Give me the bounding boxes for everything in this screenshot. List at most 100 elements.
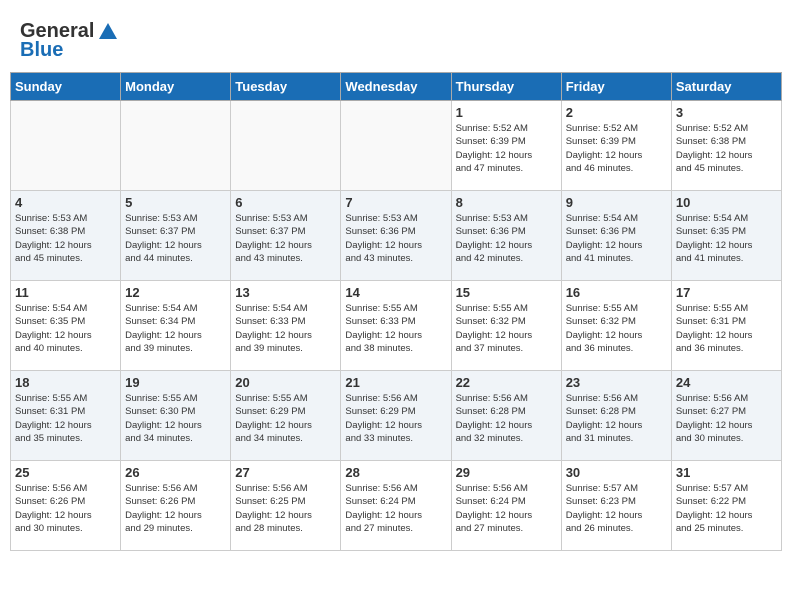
weekday-header: Tuesday bbox=[231, 73, 341, 101]
day-info: Sunrise: 5:55 AM Sunset: 6:29 PM Dayligh… bbox=[235, 392, 336, 445]
day-info: Sunrise: 5:55 AM Sunset: 6:31 PM Dayligh… bbox=[15, 392, 116, 445]
day-number: 3 bbox=[676, 105, 777, 120]
calendar-table: SundayMondayTuesdayWednesdayThursdayFrid… bbox=[10, 72, 782, 551]
calendar-day-cell: 19Sunrise: 5:55 AM Sunset: 6:30 PM Dayli… bbox=[121, 371, 231, 461]
calendar-day-cell: 23 Sunrise: 5:56 AM Sunset: 6:28 PM Dayli… bbox=[561, 371, 671, 461]
day-info: Sunrise: 5:53 AM Sunset: 6:37 PM Dayligh… bbox=[235, 212, 336, 265]
day-info: Sunrise: 5:54 AM Sunset: 6:36 PM Dayligh… bbox=[566, 212, 667, 265]
day-number: 17 bbox=[676, 285, 777, 300]
weekday-header: Saturday bbox=[671, 73, 781, 101]
calendar-day-cell bbox=[341, 101, 451, 191]
logo-icon bbox=[97, 21, 119, 43]
day-info: Sunrise: 5:54 AM Sunset: 6:33 PM Dayligh… bbox=[235, 302, 336, 355]
calendar-day-cell: 20Sunrise: 5:55 AM Sunset: 6:29 PM Dayli… bbox=[231, 371, 341, 461]
calendar-day-cell: 8Sunrise: 5:53 AM Sunset: 6:36 PM Daylig… bbox=[451, 191, 561, 281]
day-info: Sunrise: 5:55 AM Sunset: 6:33 PM Dayligh… bbox=[345, 302, 446, 355]
calendar-week-row: 1 Sunrise: 5:52 AM Sunset: 6:39 PM Daylig… bbox=[11, 101, 782, 191]
day-info: Sunrise: 5:55 AM Sunset: 6:32 PM Dayligh… bbox=[456, 302, 557, 355]
day-number: 26 bbox=[125, 465, 226, 480]
calendar-day-cell: 17Sunrise: 5:55 AM Sunset: 6:31 PM Dayli… bbox=[671, 281, 781, 371]
calendar-day-cell: 2 Sunrise: 5:52 AM Sunset: 6:39 PM Daylig… bbox=[561, 101, 671, 191]
calendar-day-cell: 11Sunrise: 5:54 AM Sunset: 6:35 PM Dayli… bbox=[11, 281, 121, 371]
day-info: Sunrise: 5:57 AM Sunset: 6:23 PM Dayligh… bbox=[566, 482, 667, 535]
calendar-day-cell: 21 Sunrise: 5:56 AM Sunset: 6:29 PM Dayli… bbox=[341, 371, 451, 461]
logo: General Blue bbox=[20, 20, 119, 62]
calendar-week-row: 18 Sunrise: 5:55 AM Sunset: 6:31 PM Dayli… bbox=[11, 371, 782, 461]
day-number: 6 bbox=[235, 195, 336, 210]
calendar-week-row: 25 Sunrise: 5:56 AM Sunset: 6:26 PM Dayli… bbox=[11, 461, 782, 551]
calendar-day-cell: 6 Sunrise: 5:53 AM Sunset: 6:37 PM Daylig… bbox=[231, 191, 341, 281]
day-number: 15 bbox=[456, 285, 557, 300]
day-info: Sunrise: 5:54 AM Sunset: 6:35 PM Dayligh… bbox=[676, 212, 777, 265]
day-info: Sunrise: 5:56 AM Sunset: 6:26 PM Dayligh… bbox=[125, 482, 226, 535]
day-number: 9 bbox=[566, 195, 667, 210]
calendar-day-cell: 9 Sunrise: 5:54 AM Sunset: 6:36 PM Daylig… bbox=[561, 191, 671, 281]
calendar-day-cell bbox=[11, 101, 121, 191]
calendar-day-cell: 28 Sunrise: 5:56 AM Sunset: 6:24 PM Dayli… bbox=[341, 461, 451, 551]
calendar-day-cell: 14Sunrise: 5:55 AM Sunset: 6:33 PM Dayli… bbox=[341, 281, 451, 371]
weekday-header: Wednesday bbox=[341, 73, 451, 101]
calendar-day-cell: 4 Sunrise: 5:53 AM Sunset: 6:38 PM Daylig… bbox=[11, 191, 121, 281]
weekday-header: Sunday bbox=[11, 73, 121, 101]
calendar-day-cell: 29 Sunrise: 5:56 AM Sunset: 6:24 PM Dayli… bbox=[451, 461, 561, 551]
calendar-day-cell: 15 Sunrise: 5:55 AM Sunset: 6:32 PM Dayli… bbox=[451, 281, 561, 371]
day-number: 30 bbox=[566, 465, 667, 480]
day-number: 8 bbox=[456, 195, 557, 210]
calendar-day-cell: 7 Sunrise: 5:53 AM Sunset: 6:36 PM Daylig… bbox=[341, 191, 451, 281]
day-info: Sunrise: 5:54 AM Sunset: 6:34 PM Dayligh… bbox=[125, 302, 226, 355]
day-info: Sunrise: 5:52 AM Sunset: 6:39 PM Dayligh… bbox=[566, 122, 667, 175]
day-info: Sunrise: 5:52 AM Sunset: 6:38 PM Dayligh… bbox=[676, 122, 777, 175]
calendar-day-cell: 16Sunrise: 5:55 AM Sunset: 6:32 PM Dayli… bbox=[561, 281, 671, 371]
day-number: 2 bbox=[566, 105, 667, 120]
calendar-day-cell: 1 Sunrise: 5:52 AM Sunset: 6:39 PM Daylig… bbox=[451, 101, 561, 191]
calendar-day-cell: 24 Sunrise: 5:56 AM Sunset: 6:27 PM Dayli… bbox=[671, 371, 781, 461]
calendar-day-cell: 31 Sunrise: 5:57 AM Sunset: 6:22 PM Dayli… bbox=[671, 461, 781, 551]
weekday-header: Monday bbox=[121, 73, 231, 101]
day-info: Sunrise: 5:56 AM Sunset: 6:24 PM Dayligh… bbox=[456, 482, 557, 535]
calendar-day-cell: 12 Sunrise: 5:54 AM Sunset: 6:34 PM Dayli… bbox=[121, 281, 231, 371]
day-number: 18 bbox=[15, 375, 116, 390]
day-info: Sunrise: 5:56 AM Sunset: 6:26 PM Dayligh… bbox=[15, 482, 116, 535]
calendar-day-cell: 3 Sunrise: 5:52 AM Sunset: 6:38 PM Daylig… bbox=[671, 101, 781, 191]
weekday-header: Thursday bbox=[451, 73, 561, 101]
day-number: 5 bbox=[125, 195, 226, 210]
calendar-week-row: 11Sunrise: 5:54 AM Sunset: 6:35 PM Dayli… bbox=[11, 281, 782, 371]
day-info: Sunrise: 5:56 AM Sunset: 6:24 PM Dayligh… bbox=[345, 482, 446, 535]
weekday-header: Friday bbox=[561, 73, 671, 101]
day-info: Sunrise: 5:57 AM Sunset: 6:22 PM Dayligh… bbox=[676, 482, 777, 535]
page-header: General Blue bbox=[10, 10, 782, 67]
day-number: 19 bbox=[125, 375, 226, 390]
calendar-day-cell bbox=[231, 101, 341, 191]
calendar-day-cell: 26 Sunrise: 5:56 AM Sunset: 6:26 PM Dayli… bbox=[121, 461, 231, 551]
day-number: 31 bbox=[676, 465, 777, 480]
day-info: Sunrise: 5:56 AM Sunset: 6:25 PM Dayligh… bbox=[235, 482, 336, 535]
day-info: Sunrise: 5:54 AM Sunset: 6:35 PM Dayligh… bbox=[15, 302, 116, 355]
day-number: 23 bbox=[566, 375, 667, 390]
calendar-day-cell: 10 Sunrise: 5:54 AM Sunset: 6:35 PM Dayli… bbox=[671, 191, 781, 281]
day-number: 10 bbox=[676, 195, 777, 210]
day-info: Sunrise: 5:53 AM Sunset: 6:38 PM Dayligh… bbox=[15, 212, 116, 265]
calendar-day-cell: 13 Sunrise: 5:54 AM Sunset: 6:33 PM Dayli… bbox=[231, 281, 341, 371]
day-number: 21 bbox=[345, 375, 446, 390]
calendar-day-cell: 30 Sunrise: 5:57 AM Sunset: 6:23 PM Dayli… bbox=[561, 461, 671, 551]
calendar-day-cell: 5Sunrise: 5:53 AM Sunset: 6:37 PM Daylig… bbox=[121, 191, 231, 281]
day-info: Sunrise: 5:56 AM Sunset: 6:28 PM Dayligh… bbox=[566, 392, 667, 445]
calendar-week-row: 4 Sunrise: 5:53 AM Sunset: 6:38 PM Daylig… bbox=[11, 191, 782, 281]
day-info: Sunrise: 5:52 AM Sunset: 6:39 PM Dayligh… bbox=[456, 122, 557, 175]
day-number: 4 bbox=[15, 195, 116, 210]
day-number: 28 bbox=[345, 465, 446, 480]
day-info: Sunrise: 5:56 AM Sunset: 6:27 PM Dayligh… bbox=[676, 392, 777, 445]
calendar-day-cell: 22Sunrise: 5:56 AM Sunset: 6:28 PM Dayli… bbox=[451, 371, 561, 461]
day-number: 13 bbox=[235, 285, 336, 300]
day-number: 1 bbox=[456, 105, 557, 120]
day-number: 7 bbox=[345, 195, 446, 210]
day-number: 25 bbox=[15, 465, 116, 480]
day-info: Sunrise: 5:56 AM Sunset: 6:29 PM Dayligh… bbox=[345, 392, 446, 445]
day-number: 22 bbox=[456, 375, 557, 390]
day-info: Sunrise: 5:53 AM Sunset: 6:36 PM Dayligh… bbox=[345, 212, 446, 265]
day-number: 27 bbox=[235, 465, 336, 480]
calendar-day-cell bbox=[121, 101, 231, 191]
day-number: 24 bbox=[676, 375, 777, 390]
day-number: 12 bbox=[125, 285, 226, 300]
day-number: 29 bbox=[456, 465, 557, 480]
